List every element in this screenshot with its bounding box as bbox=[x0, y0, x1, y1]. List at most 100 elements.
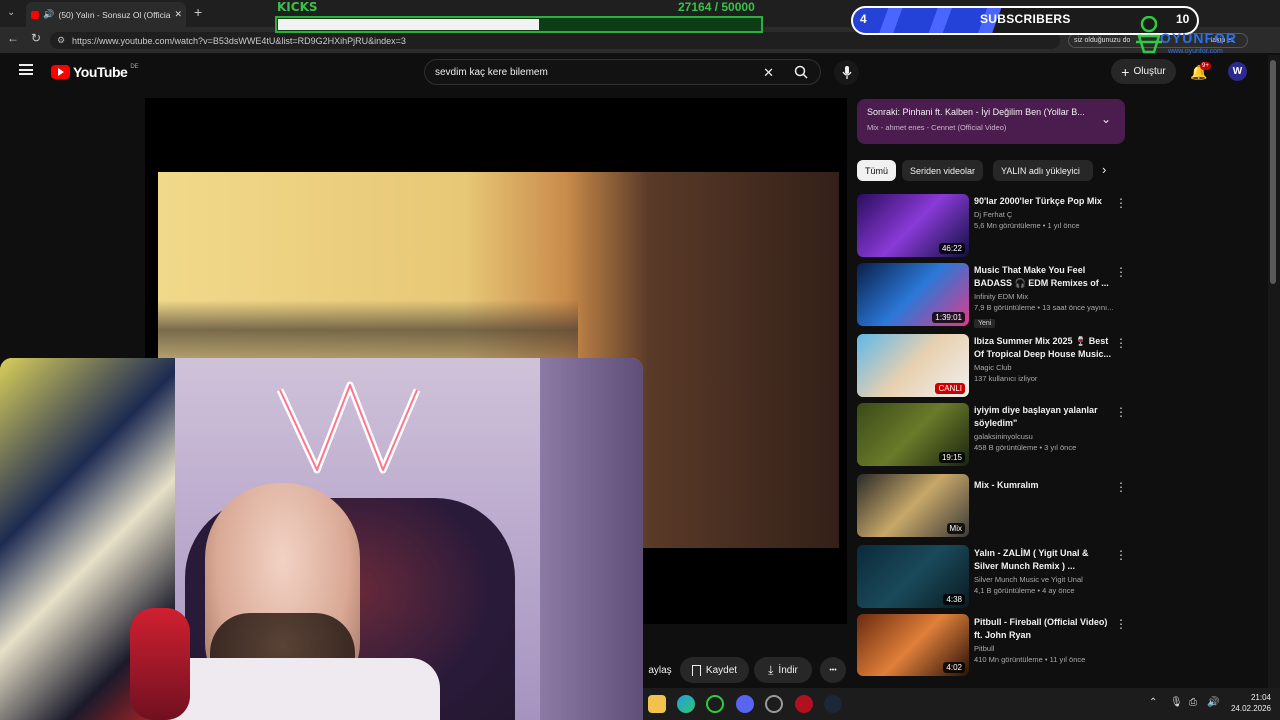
tray-mic-icon[interactable]: 🎙 bbox=[1170, 697, 1183, 708]
subscribers-current: 4 bbox=[860, 12, 867, 26]
up-next-panel[interactable]: Sonraki: Pinhani ft. Kalben - İyi Değili… bbox=[857, 99, 1125, 144]
edge-browser-icon[interactable] bbox=[677, 695, 695, 713]
rec-thumbnail[interactable]: 19:15 bbox=[857, 403, 969, 466]
rec-channel: Dj Ferhat Ç bbox=[974, 210, 1013, 219]
more-actions-button[interactable]: ••• bbox=[820, 657, 846, 683]
youtube-logo[interactable]: YouTube DE bbox=[51, 64, 139, 80]
chips-next-chevron-icon[interactable]: › bbox=[1102, 162, 1106, 177]
rec-meta: 4,1 B görüntüleme • 4 ay önce bbox=[974, 586, 1075, 595]
up-next-subtitle: Mix - ahmet enes - Cennet (Official Vide… bbox=[867, 123, 1007, 132]
rec-thumbnail[interactable]: 46:22 bbox=[857, 194, 969, 257]
clock-time: 21:04 bbox=[1250, 693, 1271, 702]
kicks-progress-bar bbox=[275, 16, 763, 33]
file-explorer-icon[interactable] bbox=[648, 695, 666, 713]
rec-channel: Pitbull bbox=[974, 644, 995, 653]
hamburger-menu-icon[interactable] bbox=[19, 64, 33, 75]
rec-more-icon[interactable]: ⋮ bbox=[1115, 336, 1127, 350]
brand-logo-text: OYUNFOR bbox=[1160, 30, 1237, 46]
rec-channel: Silver Munch Music ve Yigit Unal bbox=[974, 575, 1083, 584]
settings-app-icon[interactable] bbox=[765, 695, 783, 713]
rec-thumbnail[interactable]: Mix bbox=[857, 474, 969, 537]
create-label: Oluştur bbox=[1133, 66, 1166, 77]
rec-channel: galaksininyolcusu bbox=[974, 432, 1033, 441]
reload-icon[interactable]: ↻ bbox=[31, 31, 41, 45]
video-frame-sea bbox=[158, 300, 578, 360]
tray-network-icon[interactable]: ⎙ bbox=[1189, 697, 1197, 708]
rec-title: Mix - Kumralım bbox=[974, 480, 1039, 490]
taskbar-clock[interactable]: 21:04 24.02.2026 bbox=[1226, 692, 1271, 714]
share-button[interactable]: aylaş bbox=[640, 657, 680, 683]
rec-info[interactable]: Mix - Kumralım bbox=[974, 479, 1114, 492]
rec-duration: 46:22 bbox=[938, 243, 965, 254]
browser-tab-active[interactable]: 🔊 (50) Yalın - Sonsuz Ol (Officia ✕ bbox=[26, 2, 186, 27]
mascot-icon bbox=[1136, 15, 1162, 54]
kicks-goal-label: KICKS bbox=[277, 0, 318, 14]
account-avatar[interactable]: W bbox=[1228, 62, 1247, 81]
site-info-icon[interactable]: ⚙ bbox=[57, 35, 65, 46]
search-input[interactable]: sevdim kaç kere bilemem ✕ bbox=[424, 59, 821, 85]
youtube-favicon-icon bbox=[31, 10, 40, 19]
discord-icon[interactable] bbox=[736, 695, 754, 713]
streamer-shirt bbox=[160, 658, 440, 720]
create-button[interactable]: + Oluştur bbox=[1111, 59, 1176, 84]
save-button[interactable]: Kaydet bbox=[680, 657, 749, 683]
steam-icon[interactable] bbox=[824, 695, 842, 713]
rec-more-icon[interactable]: ⋮ bbox=[1115, 548, 1127, 562]
rec-duration: 4:02 bbox=[943, 662, 965, 673]
rec-more-icon[interactable]: ⋮ bbox=[1115, 265, 1127, 279]
rec-title: Yalın - ZALİM ( Yigit Unal & Silver Munc… bbox=[974, 548, 1089, 571]
scrollbar-thumb[interactable] bbox=[1270, 60, 1276, 284]
rec-thumbnail[interactable]: 1:39:01 bbox=[857, 263, 969, 326]
back-arrow-icon[interactable]: ← bbox=[7, 31, 19, 45]
rec-thumbnail[interactable]: CANLI bbox=[857, 334, 969, 397]
rec-meta: 137 kullanıcı izliyor bbox=[974, 374, 1038, 383]
more-horizontal-icon: ••• bbox=[829, 666, 837, 674]
new-tab-button[interactable]: + bbox=[194, 4, 202, 20]
tab-close-icon[interactable]: ✕ bbox=[174, 9, 182, 20]
notice-text: siz olduğunuzu do bbox=[1074, 37, 1131, 44]
rec-info[interactable]: Music That Make You Feel BADASS 🎧 EDM Re… bbox=[974, 264, 1114, 330]
rec-more-icon[interactable]: ⋮ bbox=[1115, 196, 1127, 210]
chevron-down-icon[interactable]: ⌄ bbox=[1101, 112, 1111, 126]
rec-info[interactable]: 90'lar 2000'ler Türkçe Pop Mix Dj Ferhat… bbox=[974, 195, 1114, 230]
chip-series[interactable]: Seriden videolar bbox=[902, 160, 984, 181]
rec-duration: 1:39:01 bbox=[932, 312, 965, 323]
search-icon[interactable] bbox=[794, 65, 808, 82]
rec-meta: 410 Mn görüntüleme • 11 yıl önce bbox=[974, 655, 1086, 664]
kicks-progress-fill bbox=[278, 19, 539, 30]
chip-all[interactable]: Tümü bbox=[857, 160, 897, 181]
rec-title: 90'lar 2000'ler Türkçe Pop Mix bbox=[974, 196, 1102, 206]
rec-info[interactable]: iyiyim diye başlayan yalanlar söyledim" … bbox=[974, 404, 1114, 452]
download-button[interactable]: ⤓ İndir bbox=[754, 657, 812, 683]
chip-uploader[interactable]: YALIN adlı yükleyici bbox=[993, 160, 1093, 181]
rec-title: Pitbull - Fireball (Official Video) ft. … bbox=[974, 617, 1108, 640]
search-divider bbox=[781, 60, 782, 84]
rec-title: Music That Make You Feel BADASS 🎧 EDM Re… bbox=[974, 265, 1109, 288]
rec-more-icon[interactable]: ⋮ bbox=[1115, 405, 1127, 419]
rec-thumbnail[interactable]: 4:02 bbox=[857, 614, 969, 676]
tray-volume-icon[interactable]: 🔊 bbox=[1207, 697, 1219, 708]
clear-search-icon[interactable]: ✕ bbox=[763, 65, 774, 81]
voice-search-icon[interactable] bbox=[834, 60, 859, 85]
rec-thumbnail[interactable]: 4:38 bbox=[857, 545, 969, 608]
rec-info[interactable]: Yalın - ZALİM ( Yigit Unal & Silver Munc… bbox=[974, 547, 1114, 595]
tab-list-chevron-icon[interactable]: ⌄ bbox=[7, 7, 15, 18]
bookmark-icon bbox=[691, 664, 701, 676]
rec-meta: 458 B görüntüleme • 3 yıl önce bbox=[974, 443, 1077, 452]
rec-more-icon[interactable]: ⋮ bbox=[1115, 617, 1127, 631]
rec-info[interactable]: Pitbull - Fireball (Official Video) ft. … bbox=[974, 616, 1114, 664]
download-label: İndir bbox=[778, 664, 798, 676]
streamer-webcam bbox=[0, 358, 643, 720]
app-icon-green[interactable] bbox=[706, 695, 724, 713]
record-app-icon[interactable] bbox=[795, 695, 813, 713]
speaker-icon[interactable]: 🔊 bbox=[43, 9, 54, 20]
rec-channel: Infinity EDM Mix bbox=[974, 292, 1029, 301]
tray-chevron-up-icon[interactable]: ⌃ bbox=[1149, 697, 1157, 708]
rec-meta: 5,6 Mn görüntüleme • 1 yıl önce bbox=[974, 221, 1080, 230]
microphone-icon bbox=[130, 608, 190, 720]
rec-info[interactable]: Ibiza Summer Mix 2025 🍷 Best Of Tropical… bbox=[974, 335, 1114, 383]
rec-new-badge: Yeni bbox=[974, 319, 996, 328]
download-icon: ⤓ bbox=[768, 662, 774, 677]
rec-more-icon[interactable]: ⋮ bbox=[1115, 480, 1127, 494]
webcam-wall-right bbox=[540, 358, 643, 720]
